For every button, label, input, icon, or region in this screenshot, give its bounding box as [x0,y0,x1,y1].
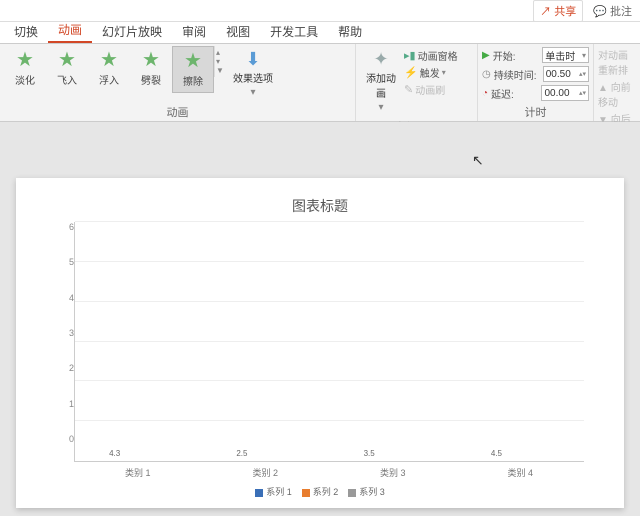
slide-canvas[interactable]: ↖ 图表标题 6543210 4.32.53.54.5 类别 1类别 2类别 3… [0,122,640,516]
duration-row: ◷ 持续时间: 00.50▴▾ [482,66,589,82]
title-bar: ↗ 共享 💬 批注 [0,0,640,22]
animation-painter-button: ✎动画刷 [404,82,458,97]
group-label-timing: 计时 [478,104,593,122]
tab-view[interactable]: 视图 [216,20,260,43]
star-icon: ★ [184,51,202,71]
tab-transitions[interactable]: 切换 [4,20,48,43]
effect-options-icon: ⬇ [245,50,260,68]
chart[interactable]: 6543210 4.32.53.54.5 [56,222,584,462]
y-axis: 6543210 [56,222,74,462]
chevron-down-icon: ▾ [250,87,255,98]
clock-icon: ◷ [482,69,491,80]
star-icon: ★ [100,50,118,70]
move-earlier-button: ▲ 向前移动 [598,79,636,109]
effect-options-button[interactable]: ⬇ 效果选项 ▾ [228,46,278,102]
star-plus-icon: ✦ [373,50,388,68]
anim-split[interactable]: ★劈裂 [130,46,172,91]
group-animations: ★淡化 ★飞入 ★浮入 ★劈裂 ★擦除 ▴▾▼ ⬇ 效果选项 ▾ 动画 [0,44,356,121]
reorder-label: 对动画重新排 [598,47,636,77]
x-axis: 类别 1类别 2类别 3类别 4 [74,466,584,479]
tab-developer[interactable]: 开发工具 [260,20,328,43]
plot-area: 4.32.53.54.5 [74,222,584,462]
tab-help[interactable]: 帮助 [328,20,372,43]
delay-input[interactable]: 00.00▴▾ [541,85,589,101]
comments-button[interactable]: 💬 批注 [589,1,636,21]
tab-bar: 切换 动画 幻灯片放映 审阅 视图 开发工具 帮助 [0,22,640,44]
star-icon: ★ [58,50,76,70]
delay-row: ◔ 延迟: 00.00▴▾ [482,85,589,101]
slide[interactable]: 图表标题 6543210 4.32.53.54.5 类别 1类别 2类别 3类别… [16,178,624,508]
animation-pane-button[interactable]: ▸▮动画窗格 [404,48,458,63]
anim-floatin[interactable]: ★浮入 [88,46,130,91]
gallery-expand[interactable]: ▴▾▼ [214,46,228,77]
trigger-button[interactable]: ⚡触发▾ [404,65,458,80]
group-advanced-animation: ✦ 添加动画 ▾ ▸▮动画窗格 ⚡触发▾ ✎动画刷 高级动画 [356,44,478,121]
start-select[interactable]: 单击时▾ [542,47,589,63]
animation-gallery: ★淡化 ★飞入 ★浮入 ★劈裂 ★擦除 ▴▾▼ [4,46,228,93]
add-animation-button[interactable]: ✦ 添加动画 ▾ [360,46,402,117]
star-icon: ★ [142,50,160,70]
tab-slideshow[interactable]: 幻灯片放映 [92,20,172,43]
lightning-icon: ⚡ [404,66,418,79]
group-timing: ▶ 开始: 单击时▾ ◷ 持续时间: 00.50▴▾ ◔ 延迟: 00.00▴▾… [478,44,594,121]
start-row: ▶ 开始: 单击时▾ [482,47,589,63]
tab-animations[interactable]: 动画 [48,18,92,43]
anim-wipe[interactable]: ★擦除 [172,46,214,93]
ribbon: ★淡化 ★飞入 ★浮入 ★劈裂 ★擦除 ▴▾▼ ⬇ 效果选项 ▾ 动画 ✦ 添加… [0,44,640,122]
star-icon: ★ [16,50,34,70]
chart-title: 图表标题 [56,196,584,216]
chevron-down-icon: ▾ [378,102,383,113]
anim-fade[interactable]: ★淡化 [4,46,46,91]
group-label-animations: 动画 [0,104,355,122]
legend: 系列 1系列 2系列 3 [56,485,584,498]
delay-icon: ◔ [482,88,488,99]
tab-review[interactable]: 审阅 [172,20,216,43]
duration-input[interactable]: 00.50▴▾ [543,66,589,82]
cursor-icon: ↖ [472,152,484,169]
play-icon: ▶ [482,50,490,61]
brush-icon: ✎ [404,83,413,96]
group-reorder: 对动画重新排 ▲ 向前移动 ▼ 向后移动 [594,44,640,121]
pane-icon: ▸▮ [404,49,416,62]
share-button[interactable]: ↗ 共享 [533,0,583,22]
anim-flyin[interactable]: ★飞入 [46,46,88,91]
